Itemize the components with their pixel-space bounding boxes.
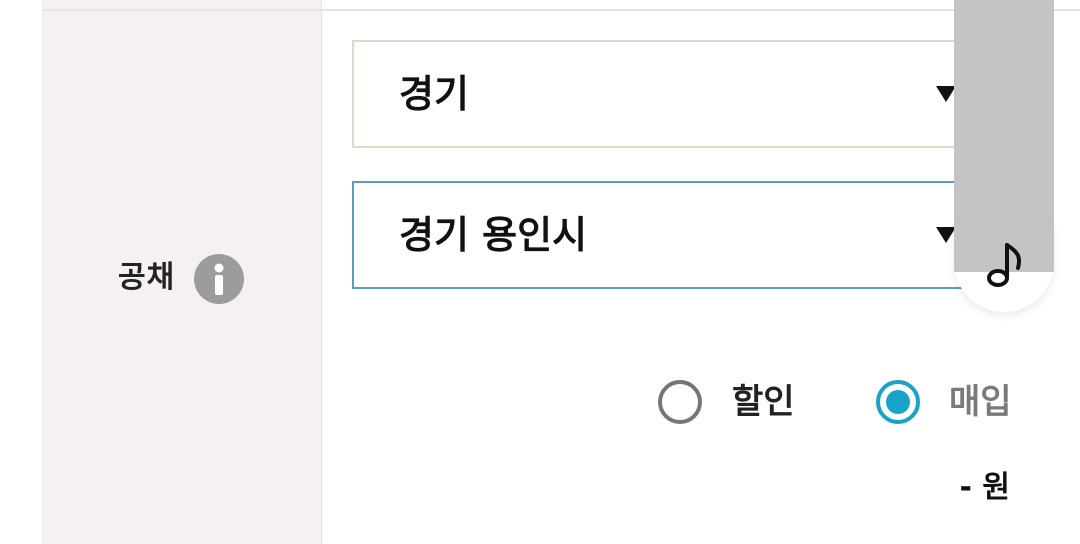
info-glyph-icon (214, 263, 224, 295)
purchase-radio-label[interactable]: 매입 (949, 374, 1012, 430)
column-border (321, 0, 322, 544)
label-column (42, 11, 321, 544)
province-select-value: 경기 (399, 72, 469, 116)
floating-scroll-button[interactable] (954, 0, 1054, 312)
discount-radio[interactable]: 할인 (658, 374, 795, 430)
info-icon[interactable] (194, 254, 244, 304)
triangle-down-icon (936, 86, 956, 102)
radio-unselected-icon[interactable] (658, 380, 702, 424)
amount-value: - 원 (959, 470, 1011, 505)
radio-dot (886, 390, 910, 414)
label-column-top (42, 0, 321, 9)
radio-selected-icon[interactable] (876, 380, 920, 424)
field-label: 공채 (118, 260, 176, 295)
music-note-icon[interactable] (984, 239, 1028, 291)
purchase-radio[interactable]: 매입 (876, 374, 1012, 430)
triangle-down-icon (936, 227, 956, 243)
discount-radio-label[interactable]: 할인 (732, 374, 795, 430)
province-select[interactable]: 경기 (352, 40, 992, 148)
city-select-value: 경기 용인시 (399, 213, 588, 257)
page: 공채 경기 경기 용인시 할인 매입 - 원 (0, 0, 1080, 544)
city-select[interactable]: 경기 용인시 (352, 181, 992, 289)
